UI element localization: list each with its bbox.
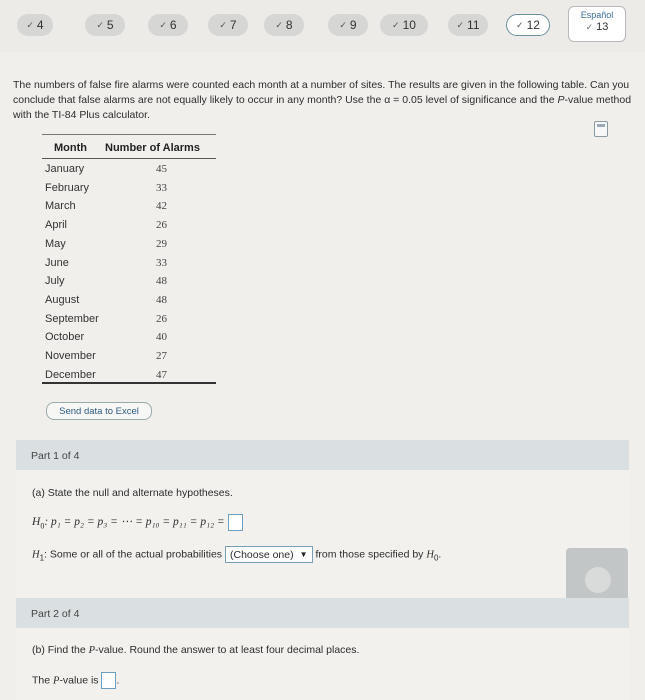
- alarms-cell: 27: [156, 350, 167, 362]
- part-2-header: Part 2 of 4: [16, 598, 629, 628]
- calculator-icon[interactable]: [594, 121, 608, 137]
- question-number-label: 12: [526, 18, 540, 32]
- part-1-header: Part 1 of 4: [16, 440, 629, 470]
- table-row: October 40: [42, 331, 216, 349]
- alternate-hypothesis: H1: Some or all of the actual probabilit…: [32, 546, 441, 563]
- question-10-button[interactable]: ✓ 10: [380, 14, 428, 36]
- table-top-rule: [42, 134, 216, 135]
- month-cell: January: [45, 163, 85, 175]
- question-number-label: 10: [402, 18, 416, 32]
- check-icon: ✓: [392, 19, 400, 30]
- question-navigation-bar: ✓ 4 ✓ 5 ✓ 6 ✓ 7 ✓ 8 ✓ 9 ✓ 10 ✓ 11 ✓ 12 Español ✓ 13: [0, 0, 645, 52]
- alarms-cell: 42: [156, 200, 167, 213]
- alarms-cell: 47: [156, 368, 167, 381]
- part-2-title: Part 2 of 4: [31, 608, 80, 620]
- question-13-label: 13: [596, 21, 609, 33]
- month-cell: November: [45, 350, 96, 362]
- alarms-cell: 40: [156, 331, 167, 344]
- column-header-month: Month: [54, 142, 87, 154]
- month-cell: July: [45, 275, 65, 288]
- question-5-button[interactable]: ✓ 5: [85, 14, 125, 36]
- probabilities-relation-dropdown[interactable]: (Choose one) ▼: [224, 546, 313, 563]
- language-toggle-espanol[interactable]: Español ✓ 13: [568, 6, 626, 42]
- check-icon: ✓: [219, 19, 227, 30]
- month-cell: October: [45, 331, 85, 344]
- alarms-cell: 48: [156, 293, 167, 306]
- p-value-answer-box[interactable]: [101, 672, 117, 689]
- table-row: September 26: [42, 313, 216, 331]
- alarms-cell: 26: [156, 219, 167, 232]
- month-cell: August: [45, 293, 80, 306]
- alarms-cell: 26: [156, 312, 167, 325]
- question-7-button[interactable]: ✓ 7: [208, 14, 248, 36]
- table-row: March 42: [42, 200, 216, 218]
- question-number-label: 5: [106, 18, 114, 32]
- send-data-to-excel-button[interactable]: Send data to Excel: [46, 402, 152, 420]
- alarms-cell: 33: [156, 181, 167, 194]
- part-1-title: Part 1 of 4: [31, 450, 80, 462]
- check-icon: ✓: [96, 19, 104, 30]
- table-row: August 48: [42, 294, 216, 312]
- table-row: July 48: [42, 275, 216, 293]
- alarms-cell: 29: [156, 237, 167, 250]
- table-row: November 27: [42, 350, 216, 368]
- alarms-cell: 33: [156, 256, 167, 269]
- part-1-instruction: (a) State the null and alternate hypothe…: [32, 487, 233, 499]
- question-number-label: 6: [169, 18, 177, 32]
- part-2-body: [16, 628, 629, 700]
- question-4-button[interactable]: ✓ 4: [17, 14, 53, 36]
- check-icon: ✓: [456, 19, 465, 30]
- month-cell: April: [45, 219, 68, 232]
- table-row: December 47: [42, 369, 216, 387]
- dropdown-value: (Choose one): [229, 548, 294, 561]
- p-value-answer-line: The P-value is .: [32, 672, 119, 689]
- month-cell: September: [45, 312, 99, 325]
- question-11-button[interactable]: ✓ 11: [448, 14, 488, 36]
- language-label: Español: [580, 10, 614, 20]
- question-number-label: 7: [229, 18, 237, 32]
- check-icon: ✓: [159, 19, 167, 30]
- month-cell: March: [45, 200, 76, 213]
- table-row: May 29: [42, 238, 216, 256]
- check-icon: ✓: [585, 22, 594, 32]
- column-header-alarms: Number of Alarms: [105, 142, 200, 154]
- part-2-instruction: (b) Find the P-value. Round the answer t…: [32, 644, 360, 656]
- month-cell: December: [45, 368, 96, 381]
- table-row: February 33: [42, 182, 216, 200]
- table-row: June 33: [42, 257, 216, 275]
- alarm-data-table: Month Number of Alarms January 45 February…: [42, 134, 216, 384]
- chevron-down-icon: ▼: [299, 550, 308, 559]
- table-bottom-rule: [42, 382, 216, 384]
- alarms-cell: 45: [156, 163, 167, 175]
- question-number-label: 11: [467, 18, 480, 32]
- check-icon: ✓: [275, 19, 283, 30]
- month-cell: June: [45, 256, 69, 269]
- null-hypothesis: H0: p₁ = p₂ = p₃ = ⋯ = p₁₀ = p₁₁ = p₁₂ =: [32, 514, 243, 531]
- check-icon: ✓: [339, 19, 347, 30]
- month-cell: February: [45, 181, 90, 194]
- check-icon: ✓: [26, 19, 34, 30]
- table-row: January 45: [42, 163, 216, 181]
- question-number-label: 9: [349, 18, 357, 32]
- month-cell: May: [45, 237, 66, 250]
- question-text: The numbers of false fire alarms were co…: [13, 79, 632, 121]
- circle-icon: [585, 567, 611, 593]
- question-8-button[interactable]: ✓ 8: [264, 14, 304, 36]
- question-12-button[interactable]: ✓ 12: [506, 14, 550, 36]
- question-number-label: 8: [285, 18, 293, 32]
- table-header-rule: [42, 158, 216, 159]
- null-hypothesis-answer-box[interactable]: [227, 514, 243, 531]
- check-icon: ✓: [516, 19, 524, 30]
- table-row: April 26: [42, 219, 216, 237]
- question-6-button[interactable]: ✓ 6: [148, 14, 188, 36]
- alarms-cell: 48: [156, 275, 167, 288]
- question-9-button[interactable]: ✓ 9: [328, 14, 368, 36]
- question-number-label: 4: [36, 18, 44, 32]
